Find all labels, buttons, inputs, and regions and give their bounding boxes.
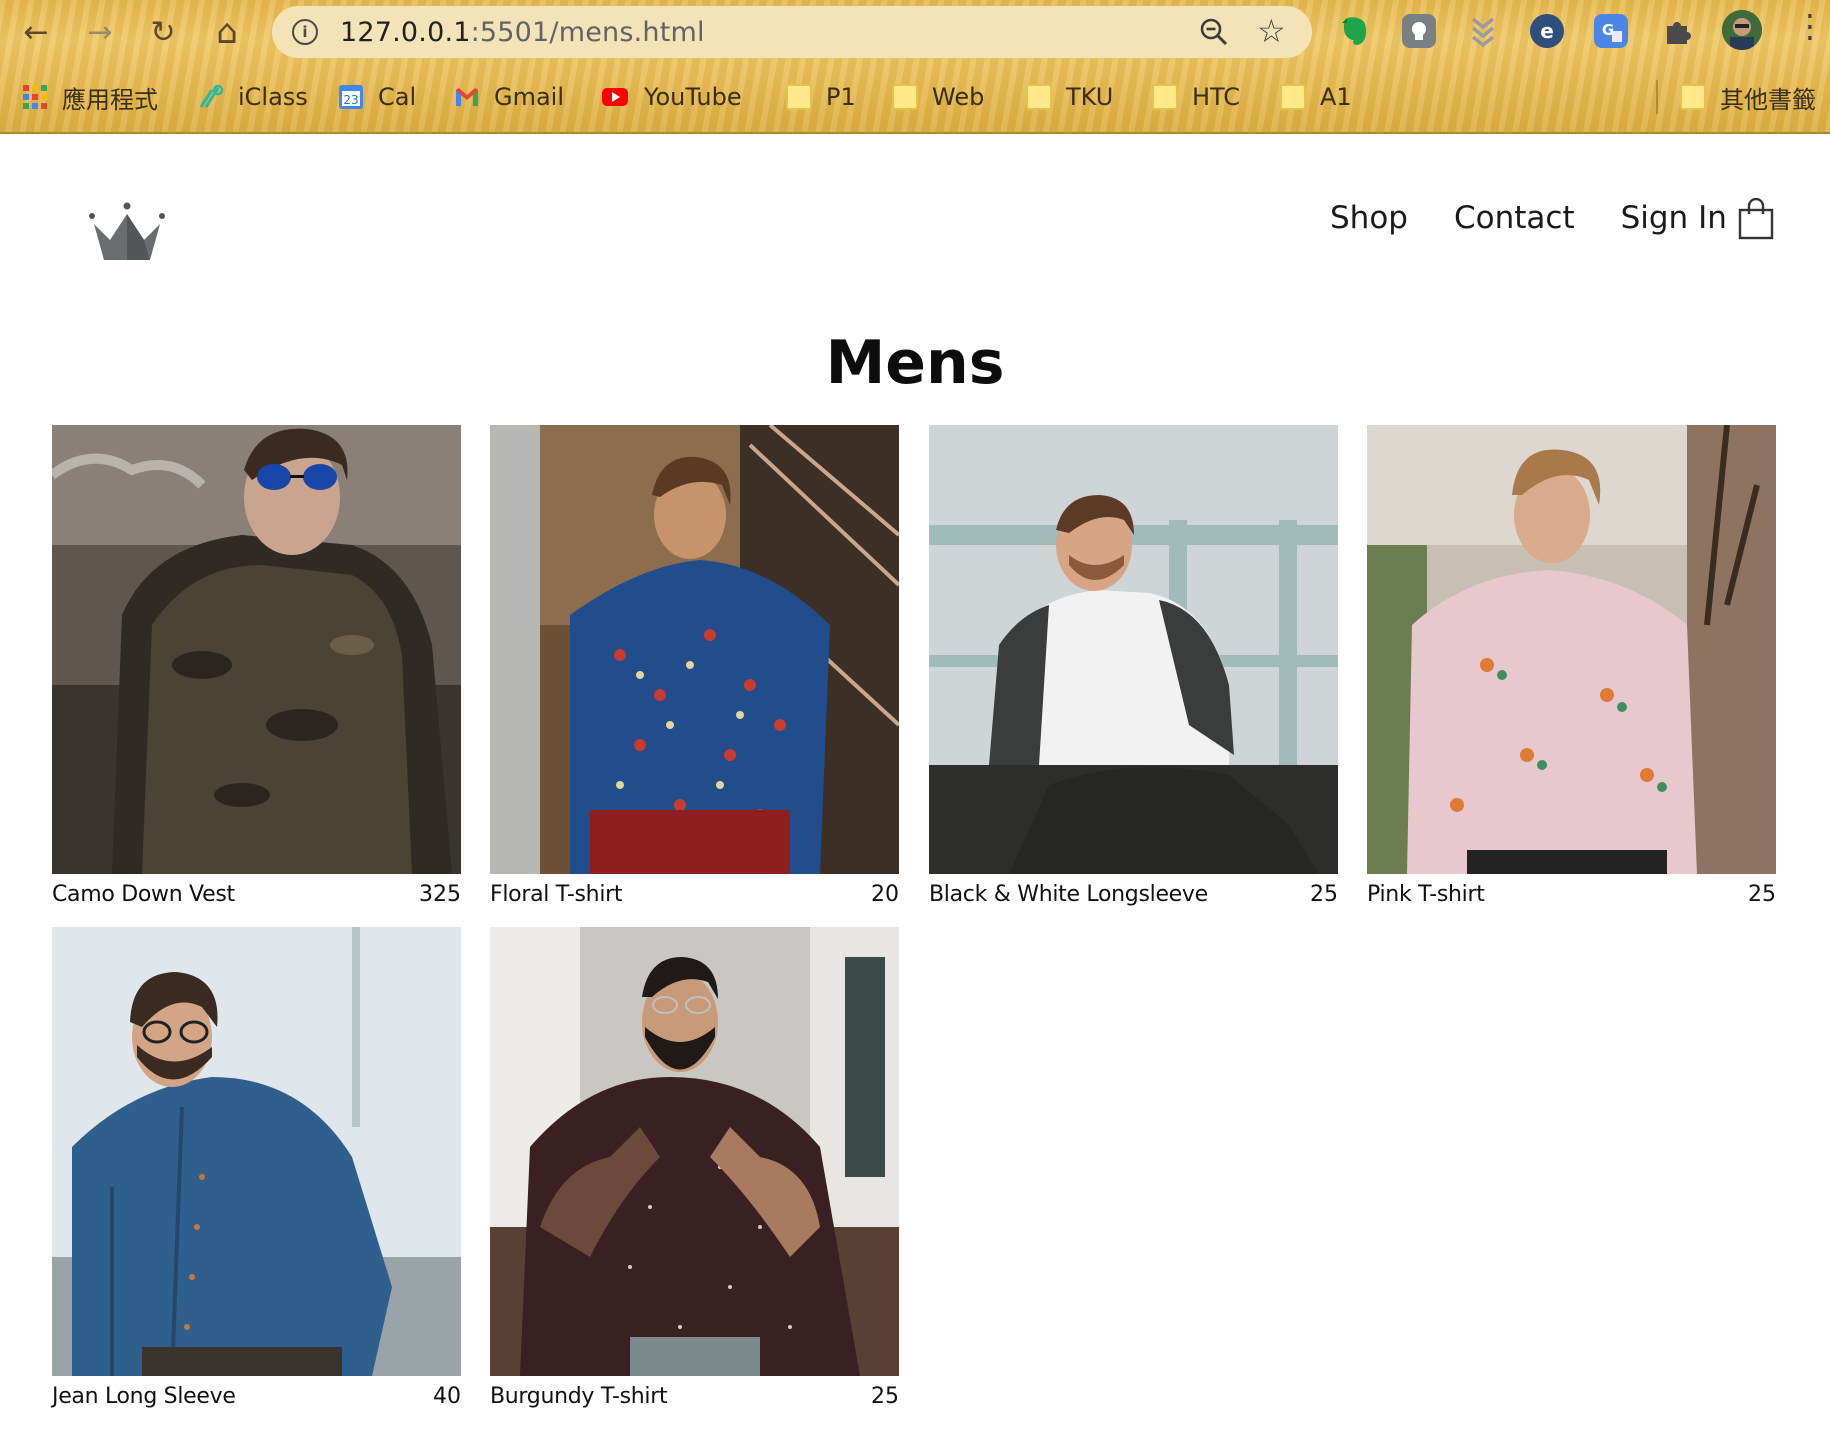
product-name[interactable]: Camo Down Vest	[52, 882, 235, 907]
bookmark-label: 其他書籤	[1720, 85, 1816, 114]
product-caption: Jean Long Sleeve 40	[52, 1384, 461, 1409]
home-icon[interactable]: ⌂	[207, 12, 247, 52]
reload-icon[interactable]: ↻	[143, 12, 183, 52]
bookmark-star-icon[interactable]: ☆	[1257, 12, 1286, 50]
bookmarks-bar: 應用程式 iClass 23 Cal Gmail YouTube P1 Web …	[0, 74, 1830, 120]
bookmark-folder-htc[interactable]: HTC	[1152, 78, 1240, 116]
svg-text:23: 23	[343, 93, 358, 107]
nav-shop-link[interactable]: Shop	[1330, 200, 1408, 236]
product-caption: Floral T-shirt 20	[490, 882, 899, 907]
site-info-icon[interactable]: i	[292, 19, 318, 45]
product-caption: Burgundy T-shirt 25	[490, 1384, 899, 1409]
zoom-out-icon[interactable]	[1198, 16, 1230, 48]
profile-avatar[interactable]	[1722, 10, 1762, 50]
address-bar[interactable]: i 127.0.0.1:5501/mens.html ☆	[272, 6, 1312, 58]
extensions-puzzle-icon[interactable]	[1660, 14, 1694, 48]
bookmark-label: 應用程式	[62, 85, 158, 114]
browser-toolbar: ← → ↻ ⌂ i 127.0.0.1:5501/mens.html ☆ e G…	[0, 0, 1830, 62]
bookmark-label: A1	[1320, 83, 1352, 111]
product-card[interactable]: Burgundy T-shirt 25	[490, 927, 899, 1409]
bookmark-folder-a1[interactable]: A1	[1280, 78, 1352, 116]
bookmark-label: Gmail	[494, 83, 565, 111]
nav-sign-in-link[interactable]: Sign In	[1621, 200, 1727, 236]
iclass-icon	[199, 84, 224, 108]
bookmark-folder-tku[interactable]: TKU	[1026, 78, 1113, 116]
bookmark-folder-web[interactable]: Web	[892, 78, 984, 116]
product-price: 25	[871, 1384, 899, 1409]
bookmark-folder-other[interactable]: 其他書籤	[1680, 78, 1816, 116]
bookmarks-divider	[1656, 80, 1658, 114]
url-path: :5501/mens.html	[470, 17, 705, 48]
nav-contact-link[interactable]: Contact	[1454, 200, 1575, 236]
product-price: 25	[1310, 882, 1338, 907]
bookmark-label: P1	[826, 83, 856, 111]
folder-icon	[892, 84, 918, 110]
bookmark-label: HTC	[1192, 83, 1241, 111]
bookmark-iclass[interactable]: iClass	[198, 78, 308, 116]
folder-icon	[1280, 84, 1306, 110]
bookmark-label: Web	[932, 83, 985, 111]
browser-chrome: ← → ↻ ⌂ i 127.0.0.1:5501/mens.html ☆ e G…	[0, 0, 1830, 134]
product-card[interactable]: Jean Long Sleeve 40	[52, 927, 461, 1409]
bookmark-gmail[interactable]: Gmail	[454, 78, 564, 116]
bookmark-youtube[interactable]: YouTube	[600, 78, 742, 116]
product-name[interactable]: Burgundy T-shirt	[490, 1384, 668, 1409]
man-denim-shirt-photo[interactable]	[52, 927, 461, 1376]
product-price: 25	[1748, 882, 1776, 907]
page-title: Mens	[825, 328, 1005, 398]
browser-menu-icon[interactable]: ⋮	[1794, 10, 1826, 42]
bookmark-folder-p1[interactable]: P1	[786, 78, 856, 116]
folder-icon	[1026, 84, 1052, 110]
google-translate-extension-icon[interactable]: G	[1594, 14, 1628, 48]
bookmark-label: YouTube	[644, 83, 742, 111]
chevrons-down-extension-icon[interactable]	[1466, 14, 1500, 48]
product-caption: Camo Down Vest 325	[52, 882, 461, 907]
url-text[interactable]: 127.0.0.1:5501/mens.html	[340, 17, 705, 48]
man-pink-shirt-photo[interactable]	[1367, 425, 1776, 874]
site-nav: Shop Contact Sign In	[1330, 196, 1773, 240]
product-card[interactable]: Camo Down Vest 325	[52, 425, 461, 907]
back-icon[interactable]: ←	[16, 12, 56, 52]
gmail-icon	[456, 88, 478, 106]
shopping-bag-icon[interactable]	[1738, 198, 1774, 240]
product-caption: Black & White Longsleeve 25	[929, 882, 1338, 907]
folder-icon	[1152, 84, 1178, 110]
product-name[interactable]: Black & White Longsleeve	[929, 882, 1208, 907]
product-caption: Pink T-shirt 25	[1367, 882, 1776, 907]
bookmark-apps[interactable]: 應用程式	[22, 78, 158, 116]
product-price: 20	[871, 882, 899, 907]
folder-icon	[1680, 84, 1706, 110]
bookmark-cal[interactable]: 23 Cal	[338, 78, 416, 116]
product-card[interactable]: Pink T-shirt 25	[1367, 425, 1776, 907]
bookmark-label: TKU	[1066, 83, 1114, 111]
product-name[interactable]: Jean Long Sleeve	[52, 1384, 236, 1409]
product-price: 40	[433, 1384, 461, 1409]
calendar-icon: 23	[339, 85, 363, 109]
apps-grid-icon	[23, 85, 47, 109]
evernote-extension-icon[interactable]	[1338, 14, 1372, 48]
url-host: 127.0.0.1	[340, 17, 471, 48]
youtube-icon	[602, 88, 628, 106]
folder-icon	[786, 84, 812, 110]
bookmark-label: Cal	[378, 83, 417, 111]
product-card[interactable]: Floral T-shirt 20	[490, 425, 899, 907]
crown-icon[interactable]	[88, 202, 166, 264]
lightbulb-extension-icon[interactable]	[1402, 14, 1436, 48]
e-extension-icon[interactable]: e	[1530, 14, 1564, 48]
man-camo-vest-photo[interactable]	[52, 425, 461, 874]
svg-text:e: e	[1540, 19, 1554, 43]
product-name[interactable]: Pink T-shirt	[1367, 882, 1485, 907]
product-price: 325	[419, 882, 461, 907]
man-raglan-longsleeve-photo[interactable]	[929, 425, 1338, 874]
man-burgundy-shirt-photo[interactable]	[490, 927, 899, 1376]
product-card[interactable]: Black & White Longsleeve 25	[929, 425, 1338, 907]
man-floral-shirt-photo[interactable]	[490, 425, 899, 874]
product-name[interactable]: Floral T-shirt	[490, 882, 623, 907]
bookmark-label: iClass	[238, 83, 308, 111]
forward-icon[interactable]: →	[80, 12, 120, 52]
